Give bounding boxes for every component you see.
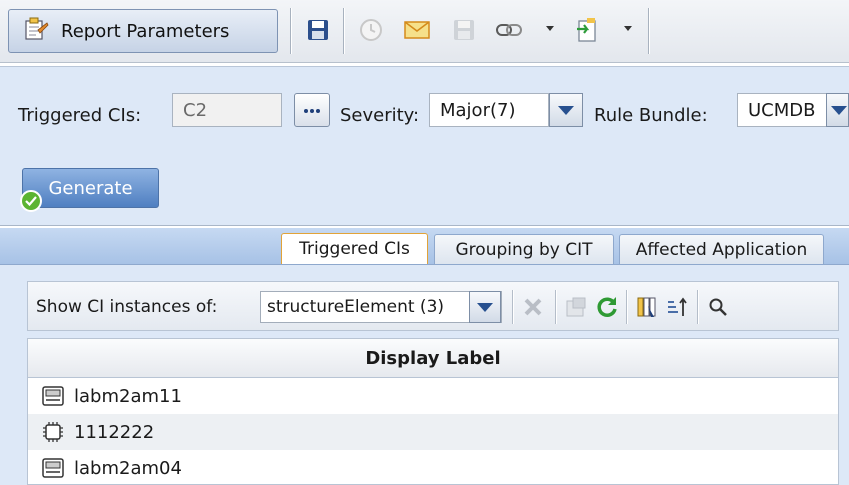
generate-label: Generate [48, 177, 133, 199]
table-row[interactable]: labm2am11 [28, 378, 838, 414]
save-icon[interactable] [303, 15, 333, 45]
main-toolbar: Report Parameters [0, 0, 849, 63]
results-panel: Show CI instances of: structureElement (… [0, 265, 849, 485]
ci-instances-toolbar: Show CI instances of: structureElement (… [27, 281, 839, 331]
toolbar-separator [555, 290, 556, 324]
toolbar-separator [626, 290, 627, 324]
triggered-cis-label: Triggered CIs: [18, 105, 142, 126]
tab-affected-application[interactable]: Affected Application [619, 234, 824, 264]
report-parameters-button[interactable]: Report Parameters [8, 9, 278, 53]
severity-select[interactable]: Major(7) [429, 93, 549, 127]
node-icon [42, 386, 64, 406]
display-label-cell: labm2am11 [74, 385, 182, 407]
ellipsis-icon [302, 100, 322, 120]
toolbar-separator [697, 290, 698, 324]
link-icon[interactable] [494, 15, 524, 45]
schedule-icon[interactable] [356, 15, 386, 45]
table-row[interactable]: 1112222 [28, 414, 838, 450]
display-label-cell: labm2am04 [74, 457, 182, 479]
ci-instances-table: Display Label labm2am11 1112222 labm2am0… [27, 338, 839, 485]
toolbar-separator [290, 8, 291, 54]
tab-label: Triggered CIs [299, 239, 410, 259]
tab-grouping-by-cit[interactable]: Grouping by CIT [434, 234, 614, 264]
chevron-down-icon [831, 105, 847, 115]
export-dropdown-arrow[interactable] [624, 26, 632, 31]
severity-label: Severity: [340, 105, 420, 126]
columns-icon[interactable] [634, 294, 660, 320]
refresh-icon[interactable] [594, 294, 620, 320]
toolbar-separator [343, 8, 344, 54]
rule-bundle-select[interactable]: UCMDB [737, 93, 837, 127]
triggered-cis-field: C2 [172, 93, 282, 127]
chip-icon [42, 422, 64, 442]
toolbar-separator [648, 8, 649, 54]
column-header-display-label[interactable]: Display Label [28, 339, 838, 378]
generate-button[interactable]: Generate [22, 168, 159, 208]
save-disabled-icon [449, 15, 479, 45]
link-dropdown-arrow[interactable] [546, 26, 554, 31]
report-parameters-label: Report Parameters [61, 20, 230, 42]
search-icon[interactable] [705, 294, 731, 320]
table-row[interactable]: labm2am04 [28, 450, 838, 484]
chevron-down-icon [477, 302, 493, 312]
ci-type-dropdown-button[interactable] [469, 291, 501, 323]
show-ci-instances-label: Show CI instances of: [36, 297, 218, 317]
check-icon [20, 190, 42, 212]
email-icon[interactable] [402, 15, 432, 45]
select-cis-button[interactable] [294, 93, 330, 127]
rule-bundle-dropdown-button[interactable] [826, 93, 849, 127]
chevron-down-icon [558, 105, 574, 115]
toolbar-separator [512, 290, 513, 324]
tab-triggered-cis[interactable]: Triggered CIs [281, 233, 428, 264]
tab-label: Grouping by CIT [455, 239, 593, 260]
tab-label: Affected Application [635, 239, 808, 260]
export-icon[interactable] [572, 15, 602, 45]
severity-dropdown-button[interactable] [549, 93, 583, 127]
rule-bundle-label: Rule Bundle: [594, 105, 708, 126]
report-parameters-panel: Triggered CIs: C2 Severity: Major(7) Rul… [0, 66, 849, 226]
delete-icon [520, 294, 546, 320]
properties-icon [563, 294, 589, 320]
display-label-cell: 1112222 [74, 421, 155, 443]
report-params-icon [23, 17, 49, 46]
results-tab-strip: Triggered CIs Grouping by CIT Affected A… [0, 228, 849, 265]
ci-type-select[interactable]: structureElement (3) [260, 291, 502, 323]
column-header-label: Display Label [365, 347, 501, 369]
sort-icon[interactable] [664, 294, 690, 320]
node-icon [42, 458, 64, 478]
